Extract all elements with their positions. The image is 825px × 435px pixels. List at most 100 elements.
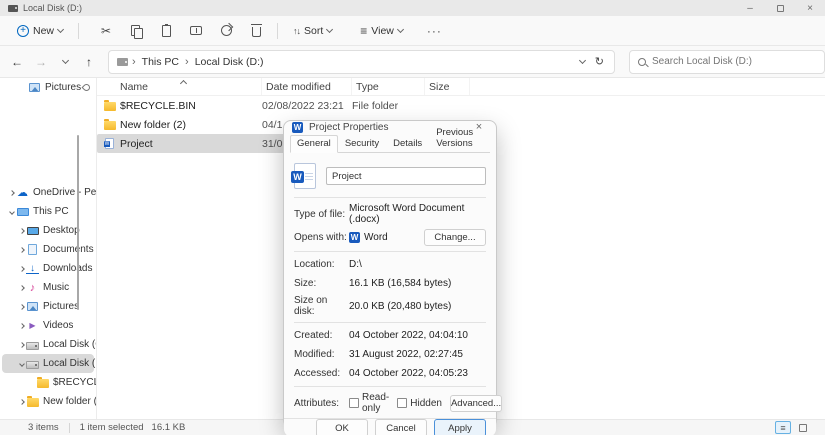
navigation-bar: ← → ↑ › This PC › Local Disk (D:) ↻ xyxy=(0,46,825,78)
rename-icon xyxy=(190,26,202,35)
forward-button[interactable]: → xyxy=(30,51,52,73)
copy-icon xyxy=(131,25,141,37)
sidebar-scrollbar[interactable] xyxy=(77,135,79,310)
rename-button[interactable] xyxy=(183,19,209,43)
copy-button[interactable] xyxy=(123,19,149,43)
refresh-icon[interactable]: ↻ xyxy=(595,55,604,68)
divider xyxy=(294,322,486,323)
opens-with-label: Opens with: xyxy=(294,232,349,243)
size-on-disk-label: Size on disk: xyxy=(294,295,349,317)
sidebar-item-documents[interactable]: Documents xyxy=(2,240,94,259)
hidden-checkbox[interactable]: Hidden xyxy=(397,398,442,409)
sidebar-item-label: Downloads xyxy=(43,263,92,274)
paste-button[interactable] xyxy=(153,19,179,43)
sidebar-item-pictures-pinned[interactable]: Pictures xyxy=(2,78,94,97)
tab-details[interactable]: Details xyxy=(386,135,429,153)
breadcrumb-current[interactable]: Local Disk (D:) xyxy=(191,56,268,68)
chevron-down-icon xyxy=(397,25,404,32)
expand-chevron-icon[interactable] xyxy=(19,323,25,329)
sidebar-item-onedrive[interactable]: ☁ OneDrive - Perso xyxy=(2,183,94,202)
sidebar-item-label: Local Disk (D:) xyxy=(43,358,97,369)
recent-locations-button[interactable] xyxy=(54,51,76,73)
drive-icon xyxy=(117,58,128,66)
minimize-button[interactable]: – xyxy=(735,0,765,16)
size-on-disk-value: 20.0 KB (20,480 bytes) xyxy=(349,301,451,312)
read-only-checkbox[interactable]: Read-only xyxy=(349,392,389,414)
file-row-recycle-bin[interactable]: $RECYCLE.BIN 02/08/2022 23:21 File folde… xyxy=(97,96,470,115)
expand-chevron-icon[interactable] xyxy=(9,190,15,196)
sidebar-item-pictures[interactable]: Pictures xyxy=(2,297,94,316)
sidebar-item-desktop[interactable]: Desktop xyxy=(2,221,94,240)
pin-icon xyxy=(82,83,92,93)
sidebar-item-local-disk-c[interactable]: Local Disk (C:) xyxy=(2,335,94,354)
sidebar-item-videos[interactable]: ▶ Videos xyxy=(2,316,94,335)
column-header-size[interactable]: Size xyxy=(425,78,470,95)
expand-chevron-icon[interactable] xyxy=(19,285,25,291)
new-button[interactable]: + New xyxy=(10,19,70,43)
sort-button[interactable]: ↑↓ Sort xyxy=(286,19,339,43)
sidebar-item-label: Desktop xyxy=(43,225,80,236)
expand-chevron-icon[interactable] xyxy=(19,304,25,310)
column-header-type[interactable]: Type xyxy=(352,78,425,95)
project-properties-dialog: W Project Properties × General Security … xyxy=(283,120,497,428)
more-icon: ··· xyxy=(427,24,442,38)
search-input[interactable] xyxy=(652,56,816,67)
advanced-button[interactable]: Advanced... xyxy=(450,395,502,412)
filename-input[interactable] xyxy=(326,167,486,185)
expand-chevron-icon[interactable] xyxy=(19,266,25,272)
breadcrumb-this-pc[interactable]: This PC xyxy=(138,56,183,68)
apply-button[interactable]: Apply xyxy=(434,419,486,435)
view-icon: ≡ xyxy=(360,24,367,38)
large-icons-view-toggle[interactable] xyxy=(795,421,811,434)
file-name: $RECYCLE.BIN xyxy=(120,100,196,112)
collapse-chevron-icon[interactable] xyxy=(9,209,15,215)
close-button[interactable]: × xyxy=(795,0,825,16)
column-header-name[interactable]: Name xyxy=(97,78,262,95)
tab-general[interactable]: General xyxy=(290,135,338,153)
word-app-icon: W xyxy=(292,122,303,133)
collapse-chevron-icon[interactable] xyxy=(19,361,25,367)
tab-previous-versions[interactable]: Previous Versions xyxy=(429,124,490,153)
breadcrumb[interactable]: › This PC › Local Disk (D:) ↻ xyxy=(108,50,615,74)
divider xyxy=(294,197,486,198)
tab-security[interactable]: Security xyxy=(338,135,386,153)
maximize-button[interactable] xyxy=(765,0,795,16)
drive-icon xyxy=(26,342,39,350)
created-label: Created: xyxy=(294,330,349,341)
column-header-date-modified[interactable]: Date modified xyxy=(262,78,352,95)
type-of-file-value: Microsoft Word Document (.docx) xyxy=(349,203,486,225)
back-button[interactable]: ← xyxy=(6,51,28,73)
cancel-button[interactable]: Cancel xyxy=(375,419,427,435)
see-more-button[interactable]: ··· xyxy=(420,19,449,43)
expand-chevron-icon[interactable] xyxy=(19,399,25,405)
address-dropdown-icon[interactable] xyxy=(579,56,586,63)
delete-button[interactable] xyxy=(243,19,269,43)
sidebar-item-label: Music xyxy=(43,282,69,293)
location-label: Location: xyxy=(294,259,349,270)
sidebar-item-this-pc[interactable]: This PC xyxy=(2,202,94,221)
change-button[interactable]: Change... xyxy=(424,229,486,246)
sidebar-item-new-folder-2[interactable]: New folder (2 xyxy=(2,392,94,411)
up-button[interactable]: ↑ xyxy=(78,51,100,73)
search-icon xyxy=(638,58,646,66)
details-view-toggle[interactable]: ≡ xyxy=(775,421,791,434)
command-toolbar: + New ✂ ↑↓ Sort ≡ View ··· xyxy=(0,16,825,46)
drive-icon xyxy=(8,5,18,12)
view-button[interactable]: ≡ View xyxy=(353,19,410,43)
breadcrumb-separator-icon: › xyxy=(183,56,191,68)
accessed-value: 04 October 2022, 04:05:23 xyxy=(349,368,468,379)
sidebar-item-downloads[interactable]: ↓ Downloads xyxy=(2,259,94,278)
file-explorer-window: Local Disk (D:) – × + New ✂ ↑↓ Sort ≡ Vi… xyxy=(0,0,825,435)
expand-chevron-icon[interactable] xyxy=(19,342,25,348)
cut-button[interactable]: ✂ xyxy=(93,19,119,43)
desktop-icon xyxy=(27,227,39,235)
sidebar-item-music[interactable]: ♪ Music xyxy=(2,278,94,297)
sidebar-item-recycle-bin-folder[interactable]: $RECYCLE.BIN xyxy=(2,373,94,392)
expand-chevron-icon[interactable] xyxy=(19,228,25,234)
sidebar-item-local-disk-d[interactable]: Local Disk (D:) xyxy=(2,354,94,373)
search-box[interactable] xyxy=(629,50,825,74)
share-button[interactable] xyxy=(213,19,239,43)
ok-button[interactable]: OK xyxy=(316,419,368,435)
expand-chevron-icon[interactable] xyxy=(19,247,25,253)
documents-icon xyxy=(28,244,37,255)
